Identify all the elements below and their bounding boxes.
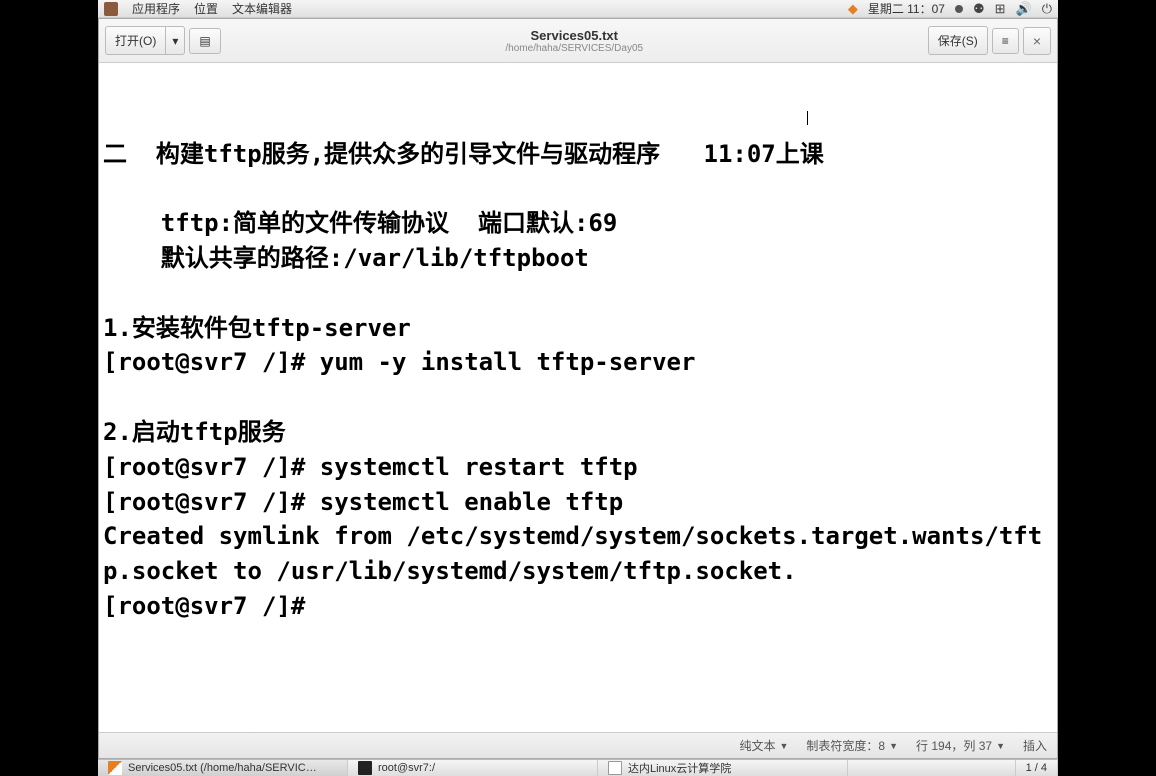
clock-dot-icon [955, 5, 963, 13]
document-content: 二 构建tftp服务,提供众多的引导文件与驱动程序 11:07上课 tftp:简… [103, 137, 1053, 624]
applications-menu[interactable]: 应用程序 [132, 0, 180, 17]
tab-width-selector[interactable]: 制表符宽度：8 ▼ [806, 737, 898, 754]
status-bar: 纯文本 ▼ 制表符宽度：8 ▼ 行 194，列 37 ▼ 插入 [99, 732, 1057, 758]
new-document-button[interactable]: ▤ [189, 28, 220, 54]
chevron-down-icon: ▼ [779, 741, 788, 751]
network-icon[interactable]: ⊞ [995, 1, 1006, 17]
taskbar-item-label: 达内Linux云计算学院 [628, 760, 731, 776]
taskbar-item-label: Services05.txt (/home/haha/SERVIC… [128, 762, 317, 774]
chevron-down-icon: ▼ [996, 741, 1005, 751]
title-area: Services05.txt /home/haha/SERVICES/Day05 [225, 28, 924, 54]
taskbar: Services05.txt (/home/haha/SERVIC… root@… [98, 759, 1058, 776]
current-app-name[interactable]: 文本编辑器 [232, 0, 292, 17]
document-icon: ▤ [199, 34, 210, 48]
distro-icon[interactable] [104, 2, 118, 16]
clock[interactable]: 星期二 11：07 [868, 0, 945, 17]
save-button[interactable]: 保存(S) [928, 26, 988, 55]
notification-icon[interactable]: ◆ [848, 1, 858, 17]
close-button[interactable]: × [1023, 27, 1051, 55]
top-panel: 应用程序 位置 文本编辑器 ◆ 星期二 11：07 ⚉ ⊞ 🔊 ⏻ [98, 0, 1058, 18]
menu-button[interactable]: ≡ [992, 28, 1019, 54]
editor-toolbar: 打开(O) ▾ ▤ Services05.txt /home/haha/SERV… [99, 19, 1057, 63]
hamburger-icon: ≡ [1002, 34, 1009, 48]
volume-icon[interactable]: 🔊 [1016, 1, 1032, 17]
page-label: 1 / 4 [1026, 762, 1047, 774]
web-icon [608, 761, 622, 775]
text-cursor [807, 111, 808, 125]
tab-width-label: 制表符宽度：8 [806, 737, 885, 754]
cursor-position: 行 194，列 37 [916, 737, 992, 754]
insert-mode[interactable]: 插入 [1023, 737, 1047, 754]
syntax-selector[interactable]: 纯文本 ▼ [739, 737, 788, 754]
open-button[interactable]: 打开(O) [105, 26, 165, 55]
taskbar-item-label: root@svr7:/ [378, 762, 435, 774]
chevron-down-icon: ▾ [172, 34, 178, 48]
editor-icon [108, 761, 122, 775]
chevron-down-icon: ▼ [889, 741, 898, 751]
places-menu[interactable]: 位置 [194, 0, 218, 17]
document-path: /home/haha/SERVICES/Day05 [225, 43, 924, 54]
syntax-label: 纯文本 [739, 737, 775, 754]
power-icon[interactable]: ⏻ [1042, 1, 1052, 17]
close-icon: × [1033, 33, 1041, 49]
taskbar-item-browser[interactable]: 达内Linux云计算学院 [598, 760, 848, 776]
document-title: Services05.txt [225, 28, 924, 43]
taskbar-item-editor[interactable]: Services05.txt (/home/haha/SERVIC… [98, 760, 348, 776]
taskbar-item-terminal[interactable]: root@svr7:/ [348, 760, 598, 776]
insert-mode-label: 插入 [1023, 737, 1047, 754]
terminal-icon [358, 761, 372, 775]
save-label: 保存(S) [938, 32, 978, 49]
page-indicator[interactable]: 1 / 4 [1015, 760, 1058, 776]
editor-window: 打开(O) ▾ ▤ Services05.txt /home/haha/SERV… [98, 18, 1058, 759]
accessibility-icon[interactable]: ⚉ [973, 1, 985, 17]
cursor-position-selector[interactable]: 行 194，列 37 ▼ [916, 737, 1005, 754]
open-label: 打开(O) [115, 32, 156, 49]
open-dropdown-button[interactable]: ▾ [165, 26, 185, 55]
text-editor-area[interactable]: 二 构建tftp服务,提供众多的引导文件与驱动程序 11:07上课 tftp:简… [99, 63, 1057, 732]
